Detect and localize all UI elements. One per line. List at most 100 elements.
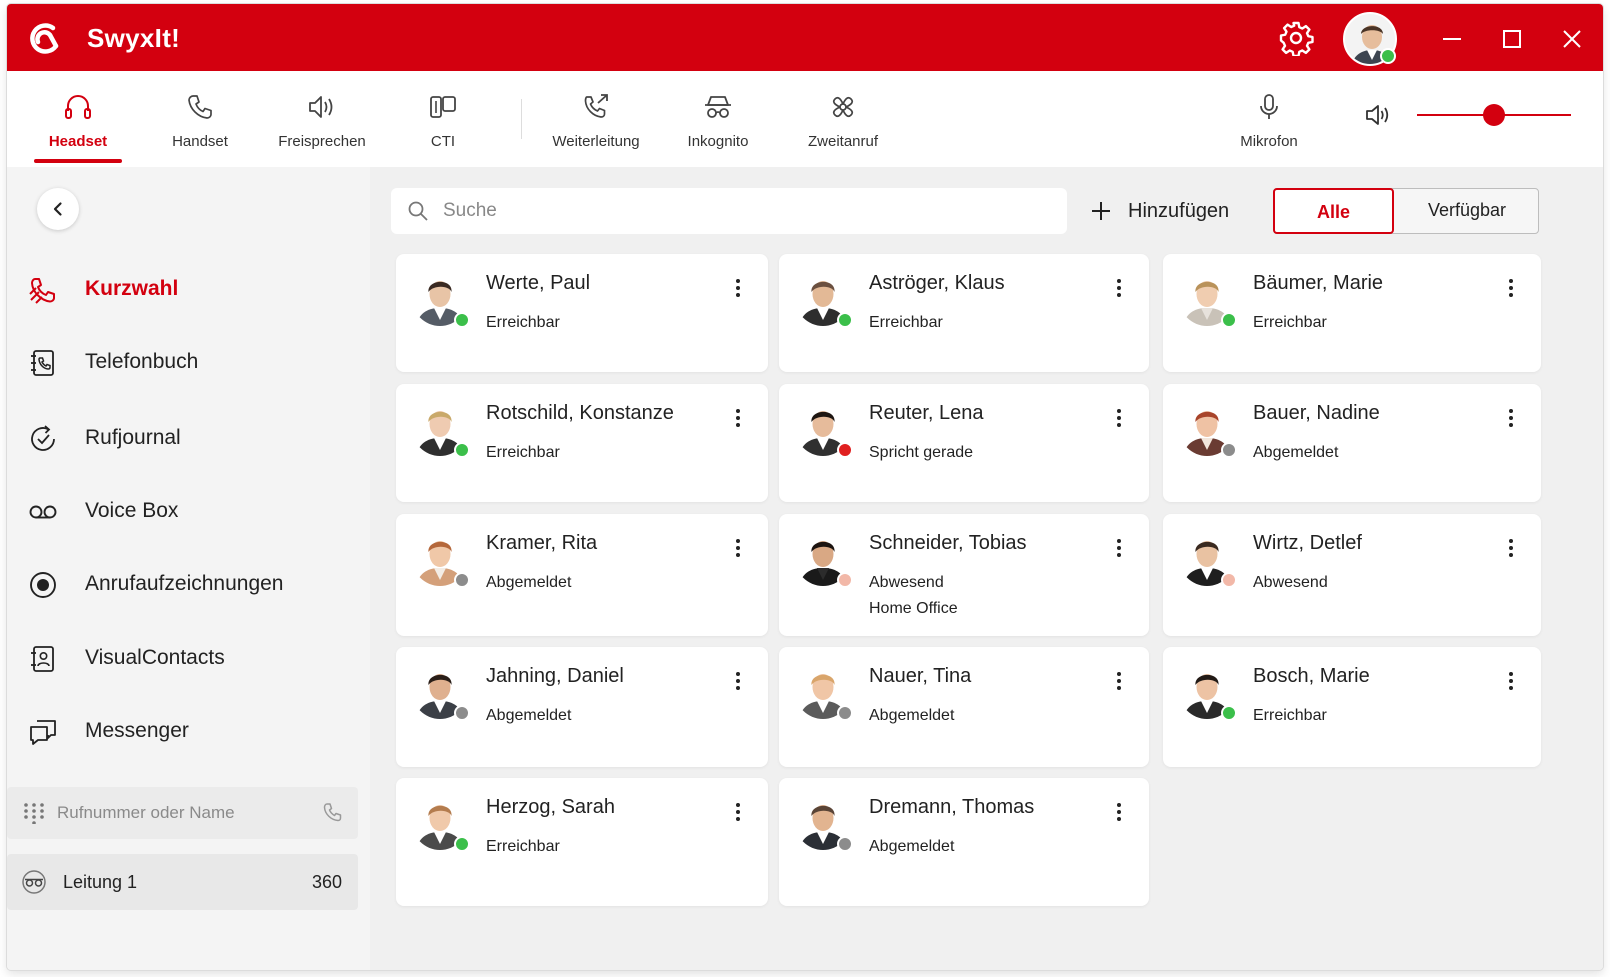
contact-name: Rotschild, Konstanze [486, 402, 674, 424]
contact-card[interactable]: Schneider, Tobias Abwesend Home Office [779, 514, 1149, 636]
more-options-icon[interactable] [1499, 669, 1523, 693]
search-icon [408, 201, 428, 221]
contact-card[interactable]: Dremann, Thomas Abgemeldet [779, 778, 1149, 906]
title-bar: SwyxIt! [7, 4, 1603, 71]
tool-weiterleitung[interactable]: Weiterleitung [528, 71, 664, 167]
filter-all-button[interactable]: Alle [1273, 188, 1394, 234]
sidebar-item-telefonbuch[interactable]: Telefonbuch [23, 338, 353, 388]
close-icon[interactable] [1555, 22, 1589, 56]
volume-icon[interactable] [1363, 100, 1393, 130]
contact-card[interactable]: Nauer, Tina Abgemeldet [779, 647, 1149, 767]
volume-slider-handle[interactable] [1483, 104, 1505, 126]
more-options-icon[interactable] [726, 276, 750, 300]
tool-cti[interactable]: CTI [383, 71, 503, 167]
line-selector[interactable]: Leitung 1 360 [7, 854, 358, 910]
contact-status: Erreichbar [486, 314, 560, 331]
dial-box [7, 787, 358, 839]
contact-name: Herzog, Sarah [486, 796, 615, 818]
more-options-icon[interactable] [1107, 406, 1131, 430]
tool-freisprechen[interactable]: Freisprechen [262, 71, 382, 167]
sidebar-item-voicebox[interactable]: Voice Box [23, 487, 353, 537]
more-options-icon[interactable] [726, 669, 750, 693]
more-options-icon[interactable] [1499, 406, 1523, 430]
collapse-sidebar-button[interactable] [37, 188, 79, 230]
contact-card[interactable]: Jahning, Daniel Abgemeldet [396, 647, 768, 767]
search-box[interactable] [391, 188, 1067, 234]
add-contact-button[interactable]: Hinzufügen [1090, 190, 1250, 232]
contact-card[interactable]: Rotschild, Konstanze Erreichbar [396, 384, 768, 502]
contact-name: Aströger, Klaus [869, 272, 1005, 294]
tool-inkognito[interactable]: Inkognito [658, 71, 778, 167]
presence-status-dot [837, 442, 853, 458]
sidebar-item-label: Kurzwahl [85, 277, 179, 300]
presence-status-dot [837, 312, 853, 328]
tool-label: Headset [48, 133, 108, 150]
more-options-icon[interactable] [726, 406, 750, 430]
contact-status: Abwesend [1253, 574, 1328, 591]
contact-card[interactable]: Bosch, Marie Erreichbar [1163, 647, 1541, 767]
speed-dial-icon [29, 278, 55, 304]
phone-icon[interactable] [321, 801, 345, 825]
contact-card[interactable]: Herzog, Sarah Erreichbar [396, 778, 768, 906]
contact-card[interactable]: Kramer, Rita Abgemeldet [396, 514, 768, 636]
chevron-left-icon [53, 202, 62, 216]
tool-label: Handset [172, 133, 228, 150]
search-input[interactable] [443, 196, 1043, 226]
dialpad-icon[interactable] [23, 802, 45, 824]
presence-status-dot [454, 442, 470, 458]
dial-input[interactable] [57, 796, 307, 830]
contact-status: Erreichbar [869, 314, 943, 331]
swyx-logo-icon [30, 23, 59, 54]
more-options-icon[interactable] [726, 536, 750, 560]
contact-card[interactable]: Werte, Paul Erreichbar [396, 254, 768, 372]
more-options-icon[interactable] [1107, 669, 1131, 693]
contact-card[interactable]: Aströger, Klaus Erreichbar [779, 254, 1149, 372]
sidebar-item-rufjournal[interactable]: Rufjournal [23, 414, 353, 464]
sidebar-item-messenger[interactable]: Messenger [23, 707, 353, 757]
speed-dial-panel: Hinzufügen Alle Verfügbar Werte, Paul Err… [370, 167, 1603, 970]
contact-status: Abgemeldet [869, 707, 955, 724]
contact-status: Erreichbar [486, 838, 560, 855]
filter-available-button[interactable]: Verfügbar [1394, 188, 1540, 234]
sidebar-item-visualcontacts[interactable]: VisualContacts [23, 634, 353, 684]
contact-name: Reuter, Lena [869, 402, 984, 424]
tool-label: CTI [430, 133, 456, 150]
more-options-icon[interactable] [1107, 276, 1131, 300]
presence-status-dot [1221, 705, 1237, 721]
sidebar-item-label: Rufjournal [85, 426, 181, 449]
more-options-icon[interactable] [1107, 536, 1131, 560]
tool-headset[interactable]: Headset [18, 71, 138, 167]
more-options-icon[interactable] [1499, 276, 1523, 300]
contact-card[interactable]: Bäumer, Marie Erreichbar [1163, 254, 1541, 372]
cti-icon [430, 96, 456, 118]
more-options-icon[interactable] [726, 800, 750, 824]
tool-zweitanruf[interactable]: Zweitanruf [783, 71, 903, 167]
maximize-icon[interactable] [1495, 22, 1529, 56]
presence-status-dot [837, 836, 853, 852]
tool-mikrofon[interactable]: Mikrofon [1209, 71, 1329, 167]
tool-label: Freisprechen [278, 133, 366, 150]
call-journal-icon [31, 425, 55, 451]
contact-name: Bäumer, Marie [1253, 272, 1384, 294]
contact-card[interactable]: Wirtz, Detlef Abwesend [1163, 514, 1541, 636]
tool-handset[interactable]: Handset [140, 71, 260, 167]
device-toolbar: Headset Handset Freisprechen CTI Weiterl… [7, 71, 1603, 167]
messenger-icon [30, 720, 56, 745]
more-options-icon[interactable] [1499, 536, 1523, 560]
more-options-icon[interactable] [1107, 800, 1131, 824]
contact-status: Abgemeldet [869, 838, 955, 855]
contact-name: Bosch, Marie [1253, 665, 1370, 687]
contact-card[interactable]: Reuter, Lena Spricht gerade [779, 384, 1149, 502]
contact-name: Jahning, Daniel [486, 665, 624, 687]
minimize-icon[interactable] [1435, 22, 1469, 56]
sidebar-item-kurzwahl[interactable]: Kurzwahl [23, 265, 353, 315]
contact-name: Schneider, Tobias [869, 532, 1027, 554]
speaker-icon [309, 96, 333, 118]
incognito-icon [705, 96, 731, 118]
line-incognito-icon [22, 870, 46, 894]
contact-card[interactable]: Bauer, Nadine Abgemeldet [1163, 384, 1541, 502]
contact-name: Dremann, Thomas [869, 796, 1035, 818]
sidebar-item-label: Anrufaufzeichnungen [85, 572, 284, 595]
sidebar-item-anrufaufzeichnungen[interactable]: Anrufaufzeichnungen [23, 560, 353, 610]
gear-icon[interactable] [1278, 20, 1314, 56]
